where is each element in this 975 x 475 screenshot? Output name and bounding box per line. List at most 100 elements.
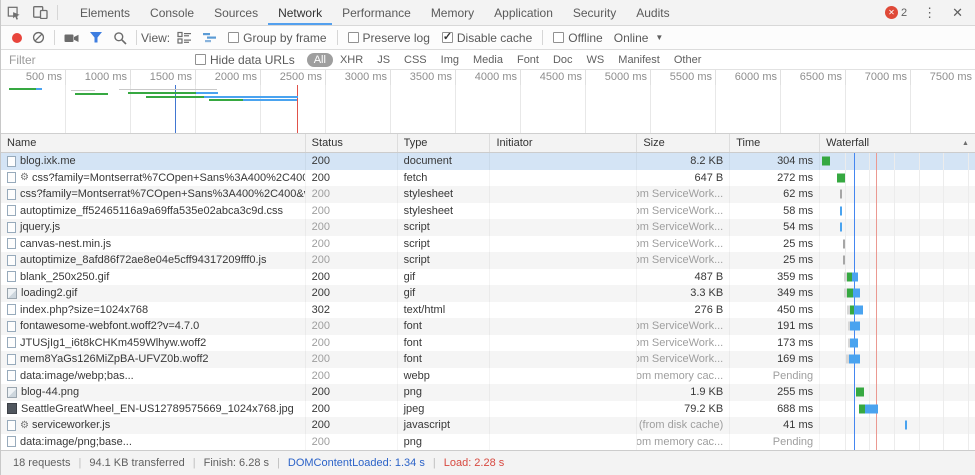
image-dark-icon [7,403,17,414]
search-icon [113,31,127,45]
cell-initiator [490,269,637,286]
table-row[interactable]: index.php?size=1024x768302text/html276 B… [1,302,975,319]
divider [542,30,543,45]
tab-audits[interactable]: Audits [626,0,679,25]
column-label: Size [643,137,664,149]
table-row[interactable]: mem8YaGs126MiZpBA-UFVZ0b.woff2200font(fr… [1,351,975,368]
filter-pill-xhr[interactable]: XHR [333,53,370,67]
cell-waterfall [820,351,975,368]
table-row[interactable]: autoptimize_8afd86f72ae8e04e5cff94317209… [1,252,975,269]
overview-bar [9,88,37,90]
table-row[interactable]: SeattleGreatWheel_EN-US12789575669_1024x… [1,401,975,418]
group-by-frame-checkbox[interactable]: Group by frame [222,31,332,45]
tab-console[interactable]: Console [140,0,204,25]
waterfall-bar [852,272,858,281]
column-header-waterfall[interactable]: Waterfall▲ [820,134,975,152]
filter-pill-manifest[interactable]: Manifest [611,53,667,67]
cell-type: font [398,335,491,352]
table-row[interactable]: jquery.js200script(from ServiceWork...54… [1,219,975,236]
cell-waterfall [820,384,975,401]
cell-initiator [490,335,637,352]
overview-bar [119,89,217,90]
cell-time: 450 ms [730,302,820,319]
tab-network[interactable]: Network [268,0,332,25]
filter-pill-media[interactable]: Media [466,53,510,67]
large-rows-toggle[interactable] [172,31,197,45]
column-header-initiator[interactable]: Initiator [490,134,637,152]
cell-status: 200 [306,401,398,418]
filter-toggle-button[interactable] [84,31,108,44]
column-header-status[interactable]: Status [306,134,398,152]
inspect-element-button[interactable] [1,0,27,25]
cell-name: blog-44.png [1,384,306,401]
device-toolbar-icon [33,6,48,19]
clear-button[interactable] [27,31,50,44]
cell-time: 255 ms [730,384,820,401]
table-row[interactable]: loading2.gif200gif3.3 KB349 ms [1,285,975,302]
tab-performance[interactable]: Performance [332,0,421,25]
cell-name: canvas-nest.min.js [1,236,306,253]
table-row[interactable]: fontawesome-webfont.woff2?v=4.7.0200font… [1,318,975,335]
column-header-name[interactable]: Name [1,134,306,152]
divider [136,30,137,45]
filter-pill-img[interactable]: Img [434,53,466,67]
doc-icon [7,337,16,348]
table-row[interactable]: JTUSjIg1_i6t8kCHKm459Wlhyw.woff2200font(… [1,335,975,352]
table-row[interactable]: blog-44.png200png1.9 KB255 ms [1,384,975,401]
cell-time: 25 ms [730,252,820,269]
column-header-size[interactable]: Size [637,134,730,152]
ruler-tick: 1000 ms [66,70,131,85]
cell-waterfall [820,285,975,302]
table-row[interactable]: canvas-nest.min.js200script(from Service… [1,236,975,253]
table-row[interactable]: autoptimize_ff52465116a9a69ffa535e02abca… [1,203,975,220]
overview-toggle[interactable] [197,31,222,44]
filter-pill-js[interactable]: JS [370,53,397,67]
table-row[interactable]: data:image/webp;bas...200webp(from memor… [1,368,975,385]
table-row[interactable]: data:image/png;base...200png(from memory… [1,434,975,451]
table-row[interactable]: css?family=Montserrat%7COpen+Sans%3A400%… [1,186,975,203]
cell-waterfall [820,170,975,187]
ruler-tick: 7500 ms [911,70,975,85]
filter-pill-other[interactable]: Other [667,53,709,67]
disable-cache-checkbox[interactable]: Disable cache [436,31,538,45]
waterfall-bar [865,404,878,413]
hide-data-urls-checkbox[interactable]: Hide data URLs [189,53,301,67]
table-row[interactable]: blog.ixk.me200document8.2 KB304 ms [1,153,975,170]
column-header-type[interactable]: Type [398,134,491,152]
column-header-time[interactable]: Time [730,134,820,152]
checkbox-icon [195,54,206,65]
capture-screenshots-button[interactable] [59,32,84,44]
separator: | [78,457,81,469]
tab-elements[interactable]: Elements [70,0,140,25]
cell-initiator [490,417,637,434]
throttling-dropdown[interactable]: Online ▼ [609,31,669,45]
overview-ruler: 500 ms1000 ms1500 ms2000 ms2500 ms3000 m… [1,70,975,85]
preserve-log-checkbox[interactable]: Preserve log [342,31,436,45]
tab-sources[interactable]: Sources [204,0,268,25]
device-toolbar-button[interactable] [27,0,53,25]
tab-application[interactable]: Application [484,0,563,25]
filter-pill-font[interactable]: Font [510,53,546,67]
doc-icon [7,189,16,200]
error-badge-icon[interactable]: ✕ [885,6,898,19]
table-row[interactable]: ⚙css?family=Montserrat%7COpen+Sans%3A400… [1,170,975,187]
table-row[interactable]: ⚙serviceworker.js200javascript(from disk… [1,417,975,434]
summary-item: DOMContentLoaded: 1.34 s [288,457,425,469]
record-button[interactable] [7,33,27,43]
search-button[interactable] [108,31,132,45]
overview-canvas[interactable] [1,85,975,133]
cell-name: JTUSjIg1_i6t8kCHKm459Wlhyw.woff2 [1,335,306,352]
filter-pill-ws[interactable]: WS [580,53,612,67]
tab-security[interactable]: Security [563,0,626,25]
filter-input[interactable] [9,53,189,67]
tab-memory[interactable]: Memory [421,0,484,25]
offline-checkbox[interactable]: Offline [547,31,608,45]
filter-pill-css[interactable]: CSS [397,53,434,67]
table-row[interactable]: blank_250x250.gif200gif487 B359 ms [1,269,975,286]
close-devtools-icon[interactable]: ✕ [944,5,971,21]
cell-type: gif [398,285,491,302]
filter-pill-all[interactable]: All [307,53,333,67]
more-options-icon[interactable]: ⋮ [915,5,944,21]
filter-pill-doc[interactable]: Doc [546,53,580,67]
cell-name: blog.ixk.me [1,153,306,170]
